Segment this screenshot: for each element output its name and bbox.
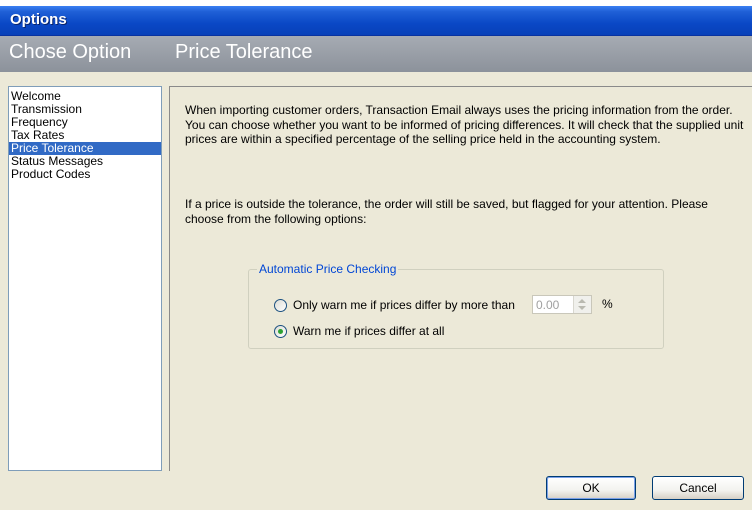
radio-warn-any[interactable] bbox=[274, 324, 287, 338]
spin-down-icon[interactable] bbox=[578, 306, 586, 310]
radio-warn-any-label[interactable]: Warn me if prices differ at all bbox=[293, 324, 444, 338]
title-bar[interactable]: Options bbox=[0, 6, 752, 36]
instruction-paragraph: If a price is outside the tolerance, the… bbox=[185, 197, 708, 226]
header-banner: Chose Option Price Tolerance bbox=[0, 36, 752, 72]
option-warn-any[interactable]: Warn me if prices differ at all bbox=[274, 322, 444, 340]
content-panel: When importing customer orders, Transact… bbox=[169, 86, 752, 471]
option-list[interactable]: Welcome Transmission Frequency Tax Rates… bbox=[8, 86, 162, 471]
spinner-buttons[interactable] bbox=[573, 296, 591, 313]
description-paragraph: When importing customer orders, Transact… bbox=[185, 103, 744, 146]
radio-warn-threshold[interactable] bbox=[274, 298, 287, 312]
spin-up-icon[interactable] bbox=[578, 299, 586, 303]
ok-button[interactable]: OK bbox=[546, 476, 636, 500]
header-section-title: Price Tolerance bbox=[175, 41, 313, 63]
automatic-price-checking-group: Automatic Price Checking Only warn me if… bbox=[248, 262, 664, 349]
header-chose-option: Chose Option bbox=[9, 41, 132, 63]
option-warn-threshold[interactable]: Only warn me if prices differ by more th… bbox=[274, 296, 515, 314]
window-title: Options bbox=[10, 11, 67, 28]
cancel-button[interactable]: Cancel bbox=[652, 476, 744, 500]
radio-warn-threshold-label[interactable]: Only warn me if prices differ by more th… bbox=[293, 298, 515, 312]
options-window: Options Chose Option Price Tolerance Wel… bbox=[0, 6, 752, 510]
tolerance-spinner[interactable]: 0.00 bbox=[532, 295, 592, 314]
tolerance-value[interactable]: 0.00 bbox=[536, 298, 559, 312]
group-legend: Automatic Price Checking bbox=[257, 262, 399, 276]
option-item-product-codes[interactable]: Product Codes bbox=[9, 168, 161, 181]
percent-label: % bbox=[602, 297, 613, 311]
